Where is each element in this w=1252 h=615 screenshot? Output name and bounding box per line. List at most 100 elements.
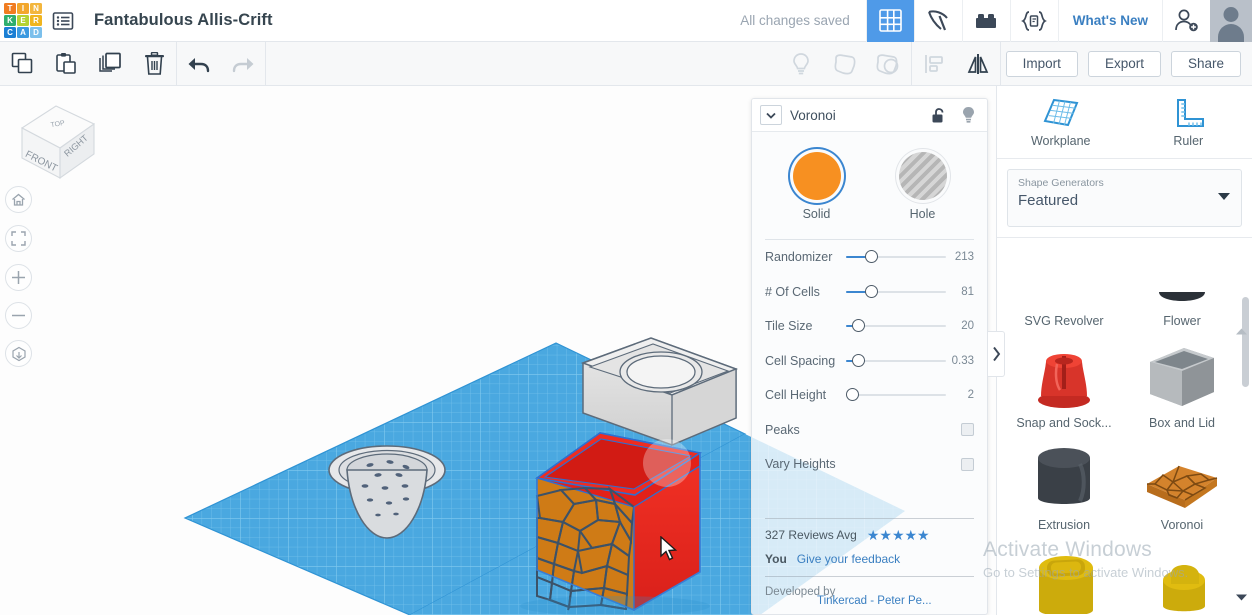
logo-cell-e: E [17, 15, 29, 26]
slider-knob[interactable] [865, 250, 878, 264]
orthographic-view-icon[interactable] [5, 340, 32, 367]
scroll-up-icon[interactable] [1235, 323, 1248, 341]
toolbar-right-group: Import Export Share [779, 41, 1252, 86]
zoom-in-icon[interactable] [5, 264, 32, 291]
flower-thumb [1123, 238, 1241, 308]
shapes-sidebar: Workplane Ruler Shape Generators Feature… [996, 86, 1252, 615]
box-lid-thumb [1123, 340, 1241, 410]
add-person-icon[interactable] [1162, 0, 1210, 42]
zoom-out-icon[interactable] [5, 302, 32, 329]
shape-label: Box and Lid [1148, 416, 1216, 430]
shape-generators-value: Featured [1018, 192, 1079, 209]
edit-toolbar: Import Export Share [0, 41, 1252, 86]
toolbar-divider-4 [999, 41, 1001, 86]
avatar[interactable] [1210, 0, 1252, 42]
group-icon[interactable] [823, 42, 867, 86]
slider-knob[interactable] [852, 353, 865, 367]
vary-heights-checkbox[interactable] [961, 457, 974, 471]
lightbulb-icon[interactable] [779, 42, 823, 86]
logo-cell-a: A [17, 27, 29, 38]
reviews-row: 327 Reviews Avg ★★★★★ [765, 528, 974, 542]
yellow-box-thumb [1005, 544, 1123, 614]
cell-spacing-slider[interactable] [846, 353, 946, 369]
import-button[interactable]: Import [1005, 50, 1078, 77]
shape-item-extrusion[interactable]: Extrusion [1005, 442, 1123, 544]
ruler-tool[interactable]: Ruler [1125, 86, 1252, 158]
yellow-cylinder-thumb [1123, 544, 1241, 614]
delete-trash-icon[interactable] [132, 42, 176, 86]
avatar-head [1223, 6, 1239, 22]
property-label: Cell Height [765, 388, 827, 403]
lightbulb-icon[interactable] [957, 104, 979, 126]
home-view-icon[interactable] [5, 186, 32, 213]
workplane-label: Workplane [1030, 133, 1091, 148]
num-cells-slider[interactable] [846, 284, 946, 300]
shape-properties-panel: Voronoi Solid Hole Randomizer 213 # Of C… [751, 98, 988, 615]
shape-item-box-lid[interactable]: Box and Lid [1123, 340, 1241, 442]
shape-item-snap-socket[interactable]: Snap and Sock... [1005, 340, 1123, 442]
property-value: 0.33 [951, 354, 974, 367]
shape-label: Extrusion [1037, 518, 1091, 532]
logo-cell-k: K [4, 15, 16, 26]
hamburger-list-icon[interactable] [46, 0, 80, 42]
footer-divider-2 [765, 576, 974, 577]
property-value: 20 [961, 320, 974, 333]
property-value: 213 [954, 251, 974, 264]
redo-arrow-icon[interactable] [221, 42, 265, 86]
fit-to-view-icon[interactable] [5, 225, 32, 252]
header-right-group: All changes saved What's New [724, 0, 1252, 42]
shape-generators-select[interactable]: Shape Generators Featured [1007, 169, 1242, 227]
pickaxe-minecraft-icon[interactable] [913, 0, 962, 42]
shape-item-yellow-cylinder[interactable] [1123, 544, 1241, 615]
panel-collapse-toggle[interactable] [988, 331, 1005, 377]
codeblocks-icon[interactable] [1009, 0, 1058, 42]
slider-knob[interactable] [846, 388, 859, 402]
chevron-down-icon[interactable] [760, 105, 782, 125]
view-cube[interactable]: TOP FRONT RIGHT [12, 100, 102, 182]
whats-new-link[interactable]: What's New [1057, 0, 1162, 42]
share-button[interactable]: Share [1170, 50, 1241, 77]
shape-item-voronoi[interactable]: Voronoi [1123, 442, 1241, 544]
lego-brick-icon[interactable] [961, 0, 1010, 42]
solid-mode[interactable]: Solid [785, 152, 849, 221]
hole-mode[interactable]: Hole [891, 152, 955, 221]
sidebar-scrollbar[interactable] [1242, 297, 1249, 387]
duplicate-icon[interactable] [88, 42, 132, 86]
slider-knob[interactable] [865, 284, 878, 298]
reviews-count: 327 Reviews Avg [765, 528, 857, 542]
undo-arrow-icon[interactable] [177, 42, 221, 86]
peaks-checkbox[interactable] [961, 423, 974, 437]
paste-icon[interactable] [44, 42, 88, 86]
mirror-flip-icon[interactable] [956, 42, 1000, 86]
unlocked-padlock-icon[interactable] [927, 104, 949, 126]
app-header: T I N K E R C A D Fantabulous Allis-Crif… [0, 0, 1252, 42]
randomizer-slider[interactable] [846, 249, 946, 265]
logo-cell-r: R [30, 15, 42, 26]
property-value: 81 [961, 285, 974, 298]
shape-label: SVG Revolver [1024, 314, 1104, 328]
cell-height-slider[interactable] [846, 387, 946, 403]
export-button[interactable]: Export [1087, 50, 1161, 77]
grid-apps-icon[interactable] [865, 0, 914, 42]
snap-socket-thumb [1005, 340, 1123, 410]
shape-item-yellow-box[interactable] [1005, 544, 1123, 615]
tinkercad-app: T I N K E R C A D Fantabulous Allis-Crif… [0, 0, 1252, 615]
slider-knob[interactable] [852, 319, 865, 333]
shape-item-svg-revolver[interactable]: SVG Revolver [1005, 238, 1123, 340]
footer-divider [765, 518, 974, 519]
face-hover-highlight[interactable] [643, 439, 691, 487]
logo-cell-c: C [4, 27, 16, 38]
property-label: Randomizer [765, 250, 833, 265]
property-label: # Of Cells [765, 284, 820, 299]
property-list: Randomizer 213 # Of Cells 81 Tile Size 2… [752, 240, 987, 482]
shape-item-flower[interactable]: Flower [1123, 238, 1241, 340]
copy-icon[interactable] [0, 42, 44, 86]
ungroup-icon[interactable] [867, 42, 911, 86]
workplane-tool[interactable]: Workplane [997, 86, 1125, 158]
give-feedback-link[interactable]: Give your feedback [797, 552, 900, 566]
tinkercad-logo[interactable]: T I N K E R C A D [0, 0, 46, 42]
tile-size-slider[interactable] [846, 318, 946, 334]
svg-revolver-thumb [1005, 238, 1123, 308]
align-icon[interactable] [912, 42, 956, 86]
scroll-down-icon[interactable] [1235, 589, 1248, 607]
